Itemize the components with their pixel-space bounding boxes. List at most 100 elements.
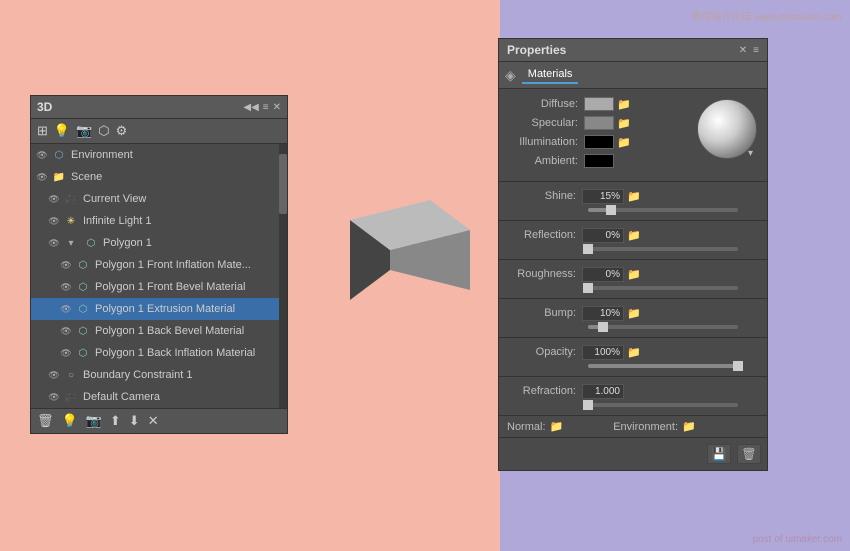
- panel-3d: 3D ◀◀ ≡ ✕ ⊞ 💡 📷 ⬡ ⚙ 👁 ⬡ Environment 👁 📁 …: [30, 95, 288, 434]
- panel-close-icon[interactable]: ✕: [273, 102, 281, 113]
- list-item-back-inflation[interactable]: 👁 ⬡ Polygon 1 Back Inflation Material: [31, 342, 287, 364]
- list-item-front-bevel[interactable]: 👁 ⬡ Polygon 1 Front Bevel Material: [31, 276, 287, 298]
- normal-folder-icon[interactable]: 📁: [550, 420, 564, 433]
- list-item-back-bevel[interactable]: 👁 ⬡ Polygon 1 Back Bevel Material: [31, 320, 287, 342]
- normal-env-row: Normal: 📁 Environment: 📁: [499, 415, 767, 437]
- eye-boundary[interactable]: 👁: [47, 368, 61, 382]
- roughness-row: Roughness: 📁: [507, 264, 759, 284]
- refraction-slider[interactable]: [588, 403, 738, 407]
- reflection-slider[interactable]: [588, 247, 738, 251]
- shine-input[interactable]: [582, 189, 624, 204]
- scroll-bar[interactable]: [279, 144, 287, 408]
- panel-3d-footer: 🗑 💡 📷 ⬆ ⬇ ✕: [31, 408, 287, 433]
- footer-light-icon[interactable]: 💡: [62, 413, 78, 429]
- label-back-inflation: Polygon 1 Back Inflation Material: [95, 347, 283, 359]
- shine-label: Shine:: [507, 190, 582, 202]
- diffuse-folder-icon[interactable]: 📁: [617, 98, 631, 111]
- 3d-shape: [290, 190, 490, 333]
- eye-current-view[interactable]: 👁: [47, 192, 61, 206]
- list-item-boundary[interactable]: 👁 ○ Boundary Constraint 1: [31, 364, 287, 386]
- material-section: ▾ Diffuse: 📁 Specular: 📁 Illumination: 📁…: [499, 89, 767, 181]
- panel-3d-list: 👁 ⬡ Environment 👁 📁 Scene 👁 🎥 Current Vi…: [31, 144, 287, 408]
- watermark-top: 思综设计论坛 www.missvuan.com: [691, 8, 842, 23]
- refraction-label: Refraction:: [507, 385, 582, 397]
- icon-extrusion: ⬡: [75, 301, 91, 317]
- list-item-default-camera[interactable]: 👁 🎥 Default Camera: [31, 386, 287, 408]
- footer-trash-icon[interactable]: 🗑: [37, 413, 54, 429]
- panel-props-title: Properties: [507, 43, 566, 57]
- roughness-input[interactable]: [582, 267, 624, 282]
- diffuse-swatch[interactable]: [584, 97, 614, 111]
- eye-front-bevel[interactable]: 👁: [59, 280, 73, 294]
- opacity-section: Opacity: 📁: [499, 337, 767, 376]
- watermark-bottom: post of uimaker.com: [753, 534, 842, 545]
- list-item-scene[interactable]: 👁 📁 Scene: [31, 166, 287, 188]
- bump-folder-icon[interactable]: 📁: [627, 307, 641, 320]
- eye-back-bevel[interactable]: 👁: [59, 324, 73, 338]
- footer-save-btn[interactable]: 💾: [707, 444, 731, 464]
- list-item-front-inflation[interactable]: 👁 ⬡ Polygon 1 Front Inflation Mate...: [31, 254, 287, 276]
- eye-back-inflation[interactable]: 👁: [59, 346, 73, 360]
- panel-3d-header: 3D ◀◀ ≡ ✕: [31, 96, 287, 119]
- sphere-dropdown-icon[interactable]: ▾: [748, 148, 753, 159]
- label-scene: Scene: [71, 171, 283, 183]
- eye-extrusion[interactable]: 👁: [59, 302, 73, 316]
- bump-slider[interactable]: [588, 325, 738, 329]
- eye-default-camera[interactable]: 👁: [47, 390, 61, 404]
- toolbar-camera-icon[interactable]: 📷: [76, 123, 92, 139]
- label-boundary: Boundary Constraint 1: [83, 369, 283, 381]
- illumination-swatch[interactable]: [584, 135, 614, 149]
- list-item-polygon1[interactable]: 👁 ▾ ⬡ Polygon 1: [31, 232, 287, 254]
- panel-3d-controls: ◀◀ ≡ ✕: [243, 102, 281, 113]
- toolbar-grid-icon[interactable]: ⊞: [37, 123, 48, 139]
- eye-front-inflation[interactable]: 👁: [59, 258, 73, 272]
- opacity-input[interactable]: [582, 345, 624, 360]
- opacity-slider[interactable]: [588, 364, 738, 368]
- list-item-extrusion[interactable]: 👁 ⬡ Polygon 1 Extrusion Material: [31, 298, 287, 320]
- eye-polygon1[interactable]: 👁: [47, 236, 61, 250]
- scroll-thumb[interactable]: [279, 154, 287, 214]
- list-item-infinite-light[interactable]: 👁 ✳ Infinite Light 1: [31, 210, 287, 232]
- shine-slider[interactable]: [588, 208, 738, 212]
- roughness-slider[interactable]: [588, 286, 738, 290]
- panel-collapse-icon[interactable]: ◀◀: [243, 102, 258, 113]
- props-close-icon[interactable]: ✕: [739, 45, 747, 56]
- footer-camera-icon[interactable]: 📷: [86, 413, 102, 429]
- icon-boundary: ○: [63, 367, 79, 383]
- shine-folder-icon[interactable]: 📁: [627, 190, 641, 203]
- reflection-folder-icon[interactable]: 📁: [627, 229, 641, 242]
- specular-swatch[interactable]: [584, 116, 614, 130]
- icon-back-bevel: ⬡: [75, 323, 91, 339]
- eye-environment[interactable]: 👁: [35, 148, 49, 162]
- icon-expand-polygon1[interactable]: ▾: [63, 235, 79, 251]
- specular-folder-icon[interactable]: 📁: [617, 117, 631, 130]
- eye-infinite-light[interactable]: 👁: [47, 214, 61, 228]
- toolbar-light-icon[interactable]: 💡: [54, 123, 70, 139]
- illumination-folder-icon[interactable]: 📁: [617, 136, 631, 149]
- refraction-input[interactable]: [582, 384, 624, 399]
- toolbar-settings-icon[interactable]: ⚙: [116, 123, 128, 139]
- reflection-section: Reflection: 📁: [499, 220, 767, 259]
- panel-menu-icon[interactable]: ≡: [263, 102, 269, 113]
- environment-folder-icon[interactable]: 📁: [682, 420, 696, 433]
- footer-movedown-icon[interactable]: ⬇: [129, 413, 140, 429]
- roughness-folder-icon[interactable]: 📁: [627, 268, 641, 281]
- shine-row: Shine: 📁: [507, 186, 759, 206]
- list-item-current-view[interactable]: 👁 🎥 Current View: [31, 188, 287, 210]
- label-default-camera: Default Camera: [83, 391, 283, 403]
- eye-scene[interactable]: 👁: [35, 170, 49, 184]
- footer-delete-icon[interactable]: ✕: [148, 413, 159, 429]
- footer-moveup-icon[interactable]: ⬆: [110, 413, 121, 429]
- footer-delete-btn[interactable]: 🗑: [737, 444, 761, 464]
- tab-materials[interactable]: Materials: [522, 66, 579, 84]
- panel-3d-title: 3D: [37, 100, 52, 114]
- icon-default-camera: 🎥: [63, 389, 79, 405]
- bump-input[interactable]: [582, 306, 624, 321]
- label-current-view: Current View: [83, 193, 283, 205]
- reflection-input[interactable]: [582, 228, 624, 243]
- ambient-swatch[interactable]: [584, 154, 614, 168]
- toolbar-shape-icon[interactable]: ⬡: [98, 123, 109, 139]
- list-item-environment[interactable]: 👁 ⬡ Environment: [31, 144, 287, 166]
- opacity-folder-icon[interactable]: 📁: [627, 346, 641, 359]
- props-menu-icon[interactable]: ≡: [753, 45, 759, 56]
